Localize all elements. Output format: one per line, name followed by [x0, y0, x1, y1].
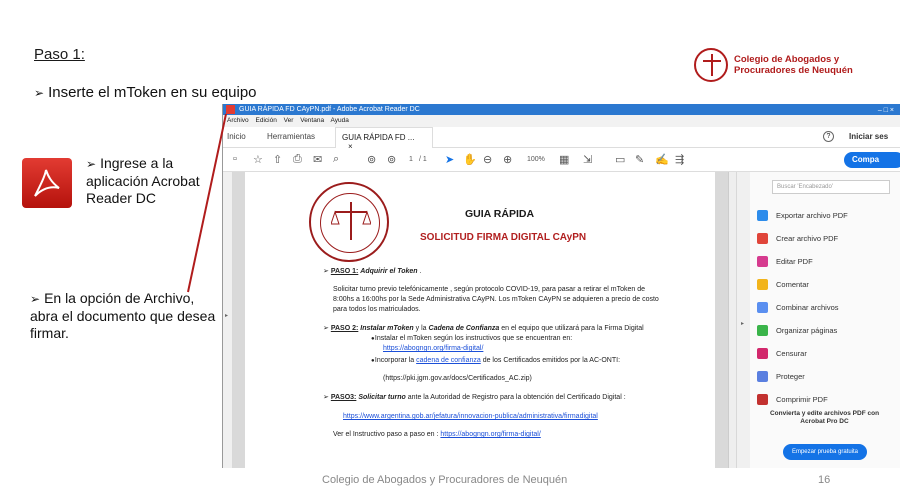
footer-org: Colegio de Abogados y Procuradores de Ne… [322, 474, 568, 486]
annotation-line [187, 113, 227, 293]
page-number: 16 [818, 474, 831, 486]
